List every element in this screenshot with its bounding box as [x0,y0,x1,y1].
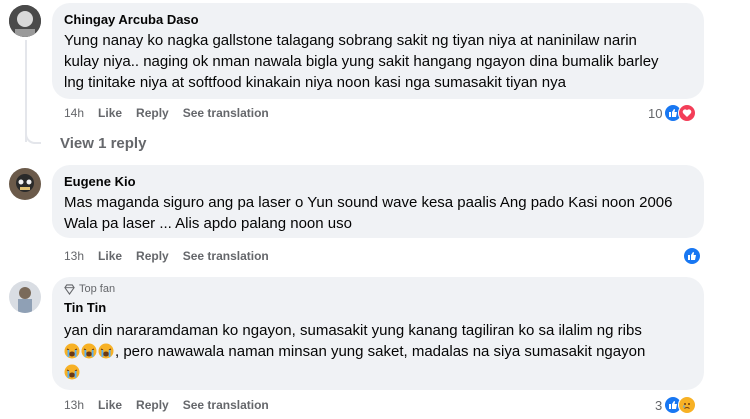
comment-text-line: , pero nawawala naman minsan yung saket,… [115,343,646,360]
avatar[interactable] [9,168,41,200]
comment-time[interactable]: 14h [64,106,84,120]
like-icon [683,247,701,265]
reply-button[interactable]: Reply [136,398,169,412]
diamond-icon [64,284,75,295]
view-replies-link[interactable]: View 1 reply [60,135,146,152]
thread-line [25,40,27,142]
crying-emoji-icon [98,343,114,359]
comment-author[interactable]: Eugene Kio [64,173,692,190]
sad-icon [678,396,697,414]
crying-emoji-icon [64,364,80,380]
avatar[interactable] [9,281,41,313]
reaction-count: 10 [648,105,663,121]
comment-author[interactable]: Tin Tin [64,299,692,316]
comment-actions: 14h Like Reply See translation [64,106,283,120]
like-button[interactable]: Like [98,249,122,263]
like-button[interactable]: Like [98,398,122,412]
see-translation-link[interactable]: See translation [183,106,269,120]
user-photo-icon [9,281,41,313]
comment-author[interactable]: Chingay Arcuba Daso [64,11,692,28]
see-translation-link[interactable]: See translation [183,249,269,263]
top-fan-badge: Top fan [64,283,692,296]
user-photo-icon [9,5,41,37]
comment-bubble: Eugene Kio Mas maganda siguro ang pa las… [52,165,704,238]
see-translation-link[interactable]: See translation [183,398,269,412]
comment-time[interactable]: 13h [64,249,84,263]
reply-button[interactable]: Reply [136,249,169,263]
comment-text: Yung nanay ko nagka gallstone talagang s… [64,32,659,91]
thread-connector [25,128,41,144]
comment-text: yan din nararamdaman ko ngayon, sumasaki… [64,320,689,383]
crying-emoji-icon [64,343,80,359]
love-icon [678,104,697,122]
avatar[interactable] [9,5,41,37]
reaction-count: 3 [655,397,663,413]
comment-bubble: Top fan Tin Tin yan din nararamdaman ko … [52,277,704,390]
comment-time[interactable]: 13h [64,398,84,412]
crying-emoji-icon [81,343,97,359]
top-fan-label: Top fan [79,283,116,295]
reaction-summary[interactable]: 10 [648,104,697,122]
user-photo-icon [9,168,41,200]
reaction-summary[interactable]: 3 [655,396,697,414]
comment-actions: 13h Like Reply See translation [64,398,283,412]
comment-text-line: yan din nararamdaman ko ngayon, sumasaki… [64,322,642,339]
like-button[interactable]: Like [98,106,122,120]
reply-button[interactable]: Reply [136,106,169,120]
comment-text: Mas maganda siguro ang pa laser o Yun so… [64,194,673,232]
reaction-summary[interactable] [683,247,701,265]
comment-actions: 13h Like Reply See translation [64,249,283,263]
comment-bubble: Chingay Arcuba Daso Yung nanay ko nagka … [52,3,704,99]
